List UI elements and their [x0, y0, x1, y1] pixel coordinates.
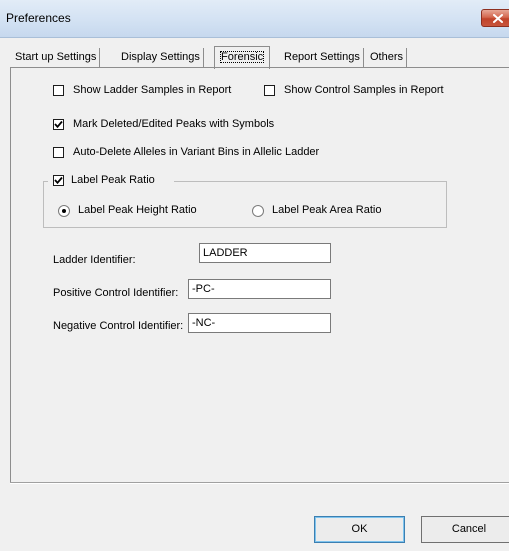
preferences-dialog: Preferences Start up Settings Display Se… — [0, 0, 509, 551]
title-bar[interactable]: Preferences — [0, 0, 509, 38]
positive-control-input[interactable] — [188, 279, 331, 299]
tab-display-settings[interactable]: Display Settings — [118, 48, 204, 67]
mark-deleted-peaks-label: Mark Deleted/Edited Peaks with Symbols — [73, 118, 275, 130]
close-icon — [493, 14, 503, 23]
checkmark-icon — [54, 176, 63, 185]
checkmark-icon — [54, 120, 63, 129]
tab-label: Forensic — [220, 51, 265, 63]
negative-control-label: Negative Control Identifier: — [53, 320, 184, 332]
show-control-samples-checkbox[interactable] — [264, 85, 275, 96]
tab-forensic[interactable]: Forensic — [214, 46, 271, 69]
area-ratio-radio[interactable] — [252, 205, 264, 217]
area-ratio-label: Label Peak Area Ratio — [272, 204, 382, 216]
tab-report-settings[interactable]: Report Settings — [281, 48, 364, 67]
label-peak-ratio-label: Label Peak Ratio — [71, 174, 155, 186]
show-ladder-samples-checkbox[interactable] — [53, 85, 64, 96]
tab-label: Start up Settings — [15, 51, 97, 63]
ladder-identifier-input[interactable] — [199, 243, 331, 263]
ok-button[interactable]: OK — [314, 516, 405, 543]
height-ratio-label: Label Peak Height Ratio — [78, 204, 197, 216]
tab-label: Others — [370, 51, 404, 63]
tab-label: Display Settings — [121, 51, 200, 63]
show-control-samples-label: Show Control Samples in Report — [284, 84, 444, 96]
negative-control-input[interactable] — [188, 313, 331, 333]
tab-others[interactable]: Others — [367, 48, 408, 67]
auto-delete-alleles-checkbox[interactable] — [53, 147, 64, 158]
separator-highlight — [10, 483, 509, 484]
show-ladder-samples-label: Show Ladder Samples in Report — [73, 84, 232, 96]
height-ratio-radio[interactable] — [58, 205, 70, 217]
auto-delete-alleles-label: Auto-Delete Alleles in Variant Bins in A… — [73, 146, 320, 158]
window-title: Preferences — [6, 11, 71, 25]
label-peak-ratio-checkbox[interactable] — [53, 175, 64, 186]
ladder-identifier-label: Ladder Identifier: — [53, 254, 136, 266]
tab-startup-settings[interactable]: Start up Settings — [12, 48, 101, 67]
cancel-button[interactable]: Cancel — [421, 516, 509, 543]
tab-strip: Start up Settings Display Settings Foren… — [0, 37, 509, 69]
positive-control-label: Positive Control Identifier: — [53, 287, 179, 299]
label-peak-ratio-option[interactable]: Label Peak Ratio — [48, 173, 174, 189]
close-button[interactable] — [481, 9, 509, 27]
tab-label: Report Settings — [284, 51, 360, 63]
mark-deleted-peaks-checkbox[interactable] — [53, 119, 64, 130]
